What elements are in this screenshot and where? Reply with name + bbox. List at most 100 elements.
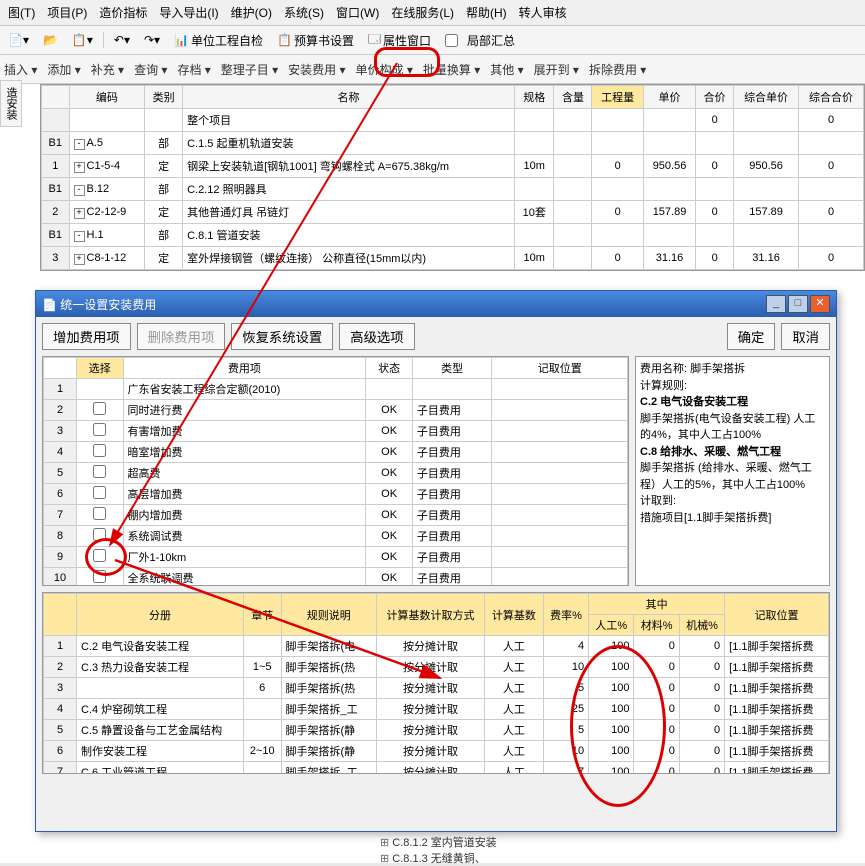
col-header[interactable] [42, 86, 70, 109]
toolbar-item[interactable]: 拆除费用 ▾ [589, 61, 646, 78]
table-row[interactable]: 整个项目 00 [42, 109, 864, 132]
add-fee-button[interactable]: 增加费用项 [42, 323, 131, 350]
col-header[interactable]: 规格 [514, 86, 554, 109]
budget-settings-button[interactable]: 📋 预算书设置 [273, 30, 358, 51]
col-header[interactable]: 含量 [554, 86, 592, 109]
fee-row[interactable]: 10 全系统联调费OK 子目费用 [44, 568, 628, 587]
menu-item[interactable]: 图(T) [4, 2, 39, 23]
col-header[interactable]: 计算基数计取方式 [377, 594, 485, 636]
menu-item[interactable]: 造价指标 [95, 2, 151, 23]
table-row[interactable]: B1 -B.12 部 C.2.12 照明器具 [42, 178, 864, 201]
toolbar-item[interactable]: 查询 ▾ [134, 61, 167, 78]
toolbar-item[interactable]: 添加 ▾ [47, 61, 80, 78]
col-header[interactable]: 分册 [77, 594, 244, 636]
col-header[interactable]: 名称 [183, 86, 515, 109]
self-check-button[interactable]: 📊 单位工程自检 [170, 30, 267, 51]
fee-row[interactable]: 7 棚内增加费OK 子目费用 [44, 505, 628, 526]
col-header[interactable]: 单价 [643, 86, 695, 109]
fee-checkbox[interactable] [93, 507, 106, 520]
menu-item[interactable]: 导入导出(I) [155, 2, 222, 23]
fee-checkbox[interactable] [93, 570, 106, 583]
ok-button[interactable]: 确定 [727, 323, 776, 350]
col-header[interactable]: 其中 [589, 594, 725, 615]
fee-checkbox[interactable] [93, 465, 106, 478]
fee-row[interactable]: 3 有害增加费OK 子目费用 [44, 421, 628, 442]
btm-row[interactable]: 6制作安装工程2~10脚手架搭拆(静 按分摊计取人工10 10000[1.1脚手… [44, 741, 829, 762]
table-row[interactable]: 3 +C8-1-12 定 室外焊接钢管（螺纹连接） 公称直径(15mm以内) 1… [42, 247, 864, 270]
col-header[interactable]: 类型 [412, 358, 492, 379]
new-icon[interactable]: 📄▾ [4, 31, 33, 49]
table-row[interactable]: B1 -H.1 部 C.8.1 管道安装 [42, 224, 864, 247]
col-header[interactable]: 综合单价 [734, 86, 799, 109]
reset-button[interactable]: 恢复系统设置 [231, 323, 333, 350]
fee-checkbox[interactable] [93, 402, 106, 415]
btm-row[interactable]: 1C.2 电气设备安装工程脚手架搭拆(电 按分摊计取人工4 10000[1.1脚… [44, 636, 829, 657]
fee-checkbox[interactable] [93, 549, 106, 562]
advanced-button[interactable]: 高级选项 [339, 323, 414, 350]
col-header[interactable]: 综合合价 [799, 86, 864, 109]
toolbar-item[interactable]: 整理子目 ▾ [221, 61, 278, 78]
fee-checkbox[interactable] [93, 444, 106, 457]
toolbar-item[interactable]: 存档 ▾ [177, 61, 210, 78]
fee-checkbox[interactable] [93, 486, 106, 499]
toolbar-item[interactable]: 批量换算 ▾ [423, 61, 480, 78]
col-header[interactable]: 选择 [77, 358, 124, 379]
col-header[interactable]: 记取位置 [492, 358, 628, 379]
col-header[interactable]: 人工% [589, 615, 634, 636]
col-header[interactable]: 类别 [145, 86, 183, 109]
menu-item[interactable]: 帮助(H) [462, 2, 511, 23]
col-header[interactable]: 计算基数 [484, 594, 543, 636]
minimize-button[interactable]: _ [766, 295, 786, 313]
fee-row[interactable]: 6 高层增加费OK 子目费用 [44, 484, 628, 505]
col-header[interactable]: 规则说明 [281, 594, 377, 636]
btm-row[interactable]: 4C.4 炉窑砌筑工程脚手架搭拆_工 按分摊计取人工25 10000[1.1脚手… [44, 699, 829, 720]
menu-item[interactable]: 转人审核 [515, 2, 571, 23]
fee-row[interactable]: 9 厂外1-10kmOK 子目费用 [44, 547, 628, 568]
fee-row[interactable]: 5 超高费OK 子目费用 [44, 463, 628, 484]
btm-row[interactable]: 2C.3 热力设备安装工程1~5脚手架搭拆(热 按分摊计取人工10 10000[… [44, 657, 829, 678]
btm-row[interactable]: 36脚手架搭拆(热 按分摊计取人工5 10000[1.1脚手架搭拆费 [44, 678, 829, 699]
menu-item[interactable]: 在线服务(L) [387, 2, 458, 23]
toolbar-item[interactable]: 补充 ▾ [91, 61, 124, 78]
local-summary-checkbox[interactable] [445, 34, 458, 47]
btm-row[interactable]: 5C.5 静置设备与工艺金属结构脚手架搭拆(静 按分摊计取人工5 10000[1… [44, 720, 829, 741]
col-header[interactable]: 费率% [543, 594, 588, 636]
side-tab[interactable]: 造安装 [0, 80, 22, 127]
col-header[interactable]: 章节 [243, 594, 281, 636]
fee-row[interactable]: 8 系统调试费OK 子目费用 [44, 526, 628, 547]
toolbar-item[interactable]: 展开到 ▾ [534, 61, 579, 78]
redo-icon[interactable]: ↷▾ [140, 31, 164, 49]
undo-icon[interactable]: ↶▾ [110, 31, 134, 49]
menu-item[interactable]: 维护(O) [227, 2, 276, 23]
fee-row[interactable]: 1 广东省安装工程综合定额(2010) [44, 379, 628, 400]
table-row[interactable]: 1 +C1-5-4 定 钢梁上安装轨道[钢轨1001] 弯钩螺栓式 A=675.… [42, 155, 864, 178]
col-header[interactable]: 工程量 [592, 86, 643, 109]
col-header[interactable]: 机械% [679, 615, 724, 636]
toolbar-item[interactable]: 单价构成 ▾ [356, 61, 413, 78]
save-icon[interactable]: 📂 [39, 31, 62, 49]
fee-checkbox[interactable] [93, 423, 106, 436]
col-header[interactable]: 费用项 [123, 358, 366, 379]
property-window-button[interactable]: 🗔 属性窗口 [364, 28, 435, 53]
btm-row[interactable]: 7C.6 工业管道工程脚手架搭拆_工 按分摊计取人工7 10000[1.1脚手架… [44, 762, 829, 775]
copy-icon[interactable]: 📋▾ [68, 31, 97, 49]
col-header[interactable]: 状态 [366, 358, 413, 379]
table-row[interactable]: B1 -A.5 部 C.1.5 起重机轨道安装 [42, 132, 864, 155]
toolbar-item[interactable]: 插入 ▾ [4, 61, 37, 78]
fee-row[interactable]: 2 同时进行费OK 子目费用 [44, 400, 628, 421]
toolbar-item[interactable]: 安装费用 ▾ [288, 61, 345, 78]
menu-item[interactable]: 系统(S) [280, 2, 328, 23]
col-header[interactable]: 记取位置 [725, 594, 829, 636]
col-header[interactable]: 合价 [696, 86, 734, 109]
col-header[interactable]: 编码 [69, 86, 145, 109]
table-row[interactable]: 2 +C2-12-9 定 其他普通灯具 吊链灯 10套0 157.890157.… [42, 201, 864, 224]
fee-checkbox[interactable] [93, 528, 106, 541]
cancel-button[interactable]: 取消 [781, 323, 830, 350]
maximize-button[interactable]: □ [788, 295, 808, 313]
fee-row[interactable]: 4 暗室增加费OK 子目费用 [44, 442, 628, 463]
menu-item[interactable]: 项目(P) [43, 2, 91, 23]
toolbar-item[interactable]: 其他 ▾ [490, 61, 523, 78]
col-header[interactable]: 材料% [634, 615, 679, 636]
close-button[interactable]: ✕ [810, 295, 830, 313]
menu-item[interactable]: 窗口(W) [332, 2, 383, 23]
